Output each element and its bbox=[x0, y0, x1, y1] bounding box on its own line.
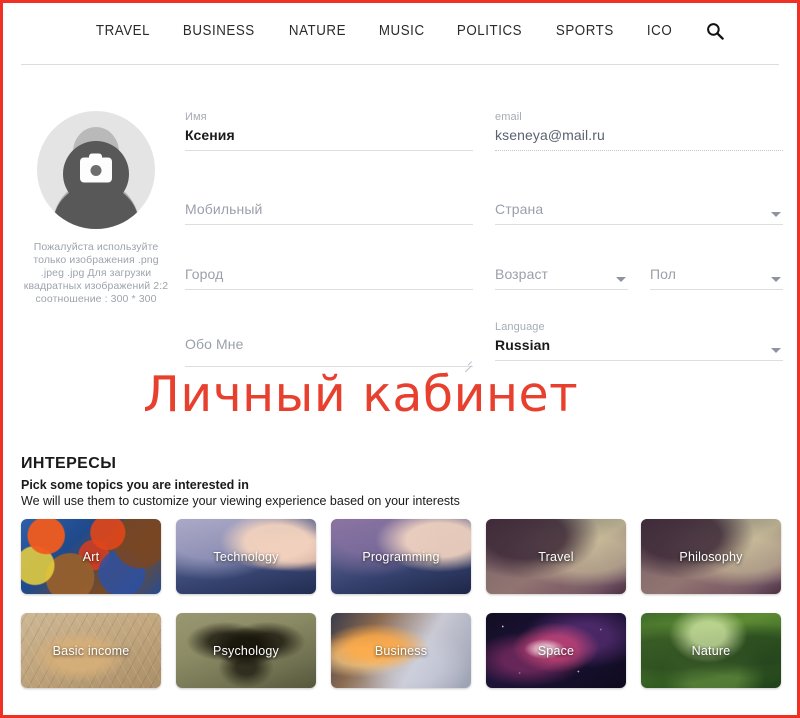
nav-item-business[interactable]: BUSINESS bbox=[170, 23, 268, 39]
interests-subtitle: We will use them to customize your viewi… bbox=[21, 494, 460, 508]
field-age[interactable]: Возраст bbox=[495, 263, 628, 290]
field-city: Город bbox=[185, 263, 473, 290]
interest-card-grid: Art Technology Programming Travel Philos… bbox=[21, 519, 781, 688]
interest-card-label: Technology bbox=[213, 549, 279, 564]
field-email-underline bbox=[495, 150, 783, 151]
field-about-underline bbox=[185, 366, 473, 367]
interest-card-label: Business bbox=[374, 643, 428, 658]
nav-item-politics[interactable]: POLITICS bbox=[444, 23, 535, 39]
chevron-down-icon[interactable] bbox=[771, 212, 781, 217]
textarea-resize-handle[interactable] bbox=[463, 358, 472, 367]
field-email: email kseneya@mail.ru bbox=[495, 111, 783, 151]
field-name-underline bbox=[185, 150, 473, 151]
interest-card-philosophy[interactable]: Philosophy bbox=[641, 519, 781, 594]
camera-icon bbox=[80, 153, 112, 183]
field-about[interactable]: Обо Мне bbox=[185, 333, 473, 371]
field-city-underline bbox=[185, 289, 473, 290]
interest-card-label: Space bbox=[537, 643, 575, 658]
interest-card-basic-income[interactable]: Basic income bbox=[21, 613, 161, 688]
interest-card-business[interactable]: Business bbox=[331, 613, 471, 688]
form-fields: Имя Ксения email kseneya@mail.ru Мобильн… bbox=[185, 73, 785, 443]
interest-card-label: Programming bbox=[362, 549, 440, 564]
field-country[interactable]: Страна bbox=[495, 198, 783, 225]
interests-subtitle-bold: Pick some topics you are interested in bbox=[21, 478, 249, 492]
interests-title: ИНТЕРЕСЫ bbox=[21, 455, 117, 472]
field-age-underline bbox=[495, 289, 628, 290]
field-city-placeholder[interactable]: Город bbox=[185, 263, 473, 285]
field-gender[interactable]: Пол bbox=[650, 263, 783, 290]
interest-card-label: Travel bbox=[538, 549, 574, 564]
avatar-upload-hint: Пожалуйста используйте только изображени… bbox=[23, 241, 169, 305]
interest-card-space[interactable]: Space bbox=[486, 613, 626, 688]
chevron-down-icon[interactable] bbox=[771, 277, 781, 282]
field-name-value[interactable]: Ксения bbox=[185, 124, 473, 146]
chevron-down-icon[interactable] bbox=[616, 277, 626, 282]
avatar-column: Пожалуйста используйте только изображени… bbox=[21, 111, 171, 306]
nav-item-music[interactable]: MUSIC bbox=[366, 23, 438, 39]
chevron-down-icon[interactable] bbox=[771, 348, 781, 353]
nav-menu: TRAVEL BUSINESS NATURE MUSIC POLITICS SP… bbox=[83, 21, 725, 41]
field-gender-underline bbox=[650, 289, 783, 290]
field-email-label: email bbox=[495, 111, 522, 123]
field-gender-placeholder: Пол bbox=[650, 266, 677, 282]
field-country-underline bbox=[495, 224, 783, 225]
nav-divider bbox=[21, 64, 779, 65]
interest-card-technology[interactable]: Technology bbox=[176, 519, 316, 594]
field-about-placeholder: Обо Мне bbox=[185, 336, 244, 352]
interest-card-travel[interactable]: Travel bbox=[486, 519, 626, 594]
field-country-placeholder: Страна bbox=[495, 201, 544, 217]
field-name-label: Имя bbox=[185, 111, 207, 123]
field-language-underline bbox=[495, 360, 783, 361]
field-language-label: Language bbox=[495, 321, 545, 333]
field-mobile: Мобильный bbox=[185, 198, 473, 225]
top-navigation: TRAVEL BUSINESS NATURE MUSIC POLITICS SP… bbox=[3, 3, 797, 65]
interest-card-label: Nature bbox=[691, 643, 731, 658]
profile-form-area: Пожалуйста используйте только изображени… bbox=[3, 73, 797, 443]
interest-card-programming[interactable]: Programming bbox=[331, 519, 471, 594]
interest-card-label: Psychology bbox=[213, 643, 279, 658]
field-mobile-underline bbox=[185, 224, 473, 225]
interest-card-psychology[interactable]: Psychology bbox=[176, 613, 316, 688]
nav-item-travel[interactable]: TRAVEL bbox=[83, 23, 163, 39]
search-icon[interactable] bbox=[705, 21, 725, 41]
interests-section: ИНТЕРЕСЫ Pick some topics you are intere… bbox=[21, 455, 781, 688]
interest-card-nature[interactable]: Nature bbox=[641, 613, 781, 688]
interest-card-art[interactable]: Art bbox=[21, 519, 161, 594]
nav-item-sports[interactable]: SPORTS bbox=[543, 23, 627, 39]
field-language-value: Russian bbox=[495, 337, 551, 353]
field-name: Имя Ксения bbox=[185, 111, 473, 151]
interest-card-label: Philosophy bbox=[679, 549, 743, 564]
annotated-page-frame: TRAVEL BUSINESS NATURE MUSIC POLITICS SP… bbox=[0, 0, 800, 718]
field-mobile-placeholder[interactable]: Мобильный bbox=[185, 198, 473, 220]
nav-item-ico[interactable]: ICO bbox=[634, 23, 685, 39]
field-language[interactable]: Language Russian bbox=[495, 321, 783, 361]
nav-item-nature[interactable]: NATURE bbox=[276, 23, 359, 39]
avatar[interactable] bbox=[37, 111, 155, 229]
field-email-value: kseneya@mail.ru bbox=[495, 127, 605, 143]
interest-card-label: Art bbox=[82, 549, 100, 564]
field-age-placeholder: Возраст bbox=[495, 266, 549, 282]
interest-card-label: Basic income bbox=[52, 643, 130, 658]
